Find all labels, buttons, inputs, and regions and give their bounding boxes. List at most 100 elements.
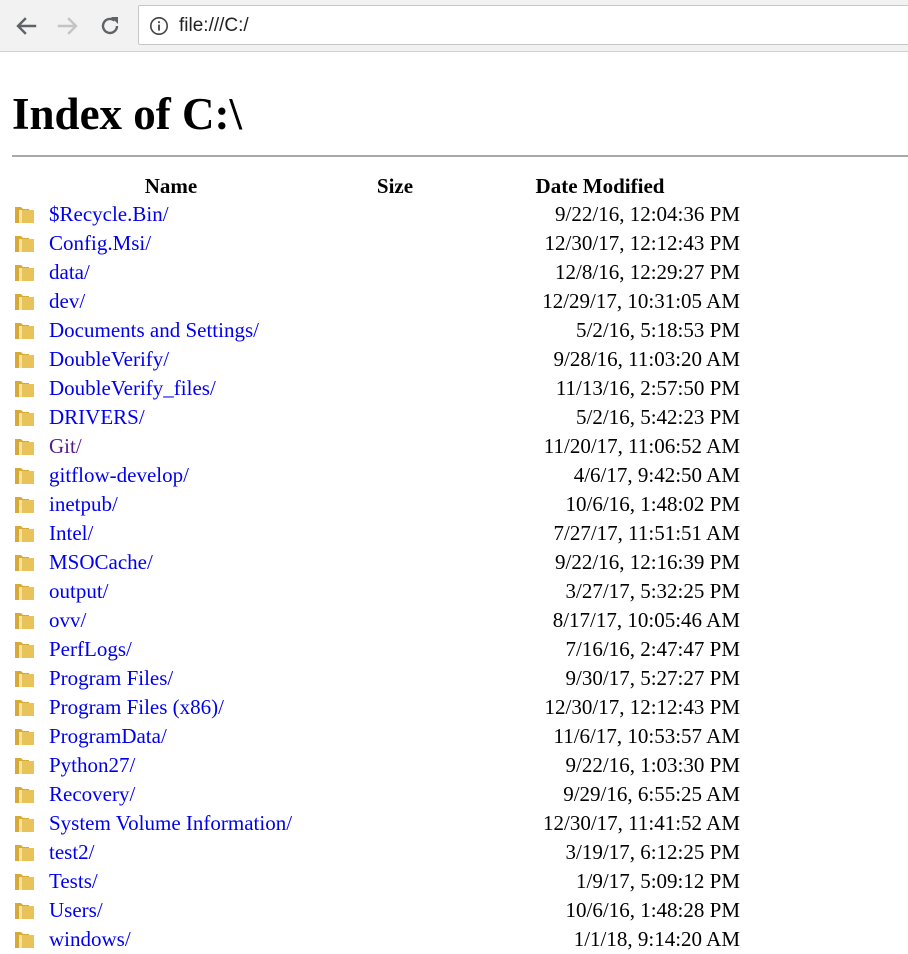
folder-icon [15,555,34,571]
date-modified: 5/2/16, 5:18:53 PM [576,318,740,342]
date-modified: 9/28/16, 11:03:20 AM [553,347,741,371]
table-row: MSOCache/9/22/16, 12:16:39 PM [12,548,908,577]
folder-link[interactable]: inetpub/ [49,491,118,517]
url-text[interactable]: file:///C:/ [179,15,249,37]
column-header-name[interactable]: Name [12,174,330,198]
folder-icon [15,265,34,281]
folder-icon [15,439,34,455]
date-modified: 1/9/17, 5:09:12 PM [576,869,740,893]
table-row: output/3/27/17, 5:32:25 PM [12,577,908,606]
date-modified: 7/27/17, 11:51:51 AM [553,521,741,545]
folder-icon [15,758,34,774]
table-row: windows/1/1/18, 9:14:20 AM [12,925,908,954]
folder-icon [15,671,34,687]
date-modified: 12/29/17, 10:31:05 AM [542,289,740,313]
table-row: DoubleVerify_files/11/13/16, 2:57:50 PM [12,374,908,403]
date-modified: 10/6/16, 1:48:28 PM [565,898,740,922]
column-header-date[interactable]: Date Modified [460,174,740,198]
folder-icon [15,352,34,368]
forward-button[interactable] [54,12,82,40]
folder-link[interactable]: windows/ [49,926,131,952]
folder-link[interactable]: System Volume Information/ [49,810,292,836]
folder-link[interactable]: Intel/ [49,520,93,546]
table-row: Config.Msi/12/30/17, 12:12:43 PM [12,229,908,258]
folder-link[interactable]: PerfLogs/ [49,636,132,662]
folder-link[interactable]: DRIVERS/ [49,404,145,430]
folder-link[interactable]: Users/ [49,897,103,923]
folder-link[interactable]: output/ [49,578,109,604]
date-modified: 3/19/17, 6:12:25 PM [565,840,740,864]
folder-link[interactable]: test2/ [49,839,95,865]
folder-icon [15,816,34,832]
page-title: Index of C:\ [12,89,243,139]
table-row: Recovery/9/29/16, 6:55:25 AM [12,780,908,809]
date-modified: 8/17/17, 10:05:46 AM [552,608,740,632]
date-modified: 3/27/17, 5:32:25 PM [565,579,740,603]
date-modified: 5/2/16, 5:42:23 PM [576,405,740,429]
folder-icon [15,468,34,484]
folder-icon [15,410,34,426]
folder-link[interactable]: Config.Msi/ [49,230,151,256]
table-row: gitflow-develop/4/6/17, 9:42:50 AM [12,461,908,490]
folder-link[interactable]: Program Files (x86)/ [49,694,224,720]
folder-link[interactable]: DoubleVerify/ [49,346,169,372]
date-modified: 1/1/18, 9:14:20 AM [573,927,740,951]
back-arrow-icon [16,17,37,35]
folder-icon [15,236,34,252]
folder-link[interactable]: Documents and Settings/ [49,317,259,343]
table-row: ProgramData/11/6/17, 10:53:57 AM [12,722,908,751]
date-modified: 11/20/17, 11:06:52 AM [543,434,740,458]
date-modified: 12/30/17, 12:12:43 PM [544,695,740,719]
folder-link[interactable]: data/ [49,259,90,285]
info-icon[interactable] [149,16,169,36]
back-button[interactable] [12,12,40,40]
date-modified: 11/6/17, 10:53:57 AM [553,724,741,748]
table-row: inetpub/10/6/16, 1:48:02 PM [12,490,908,519]
folder-icon [15,932,34,948]
date-modified: 9/29/16, 6:55:25 AM [563,782,740,806]
folder-link[interactable]: gitflow-develop/ [49,462,189,488]
folder-link[interactable]: Program Files/ [49,665,173,691]
date-modified: 4/6/17, 9:42:50 AM [573,463,740,487]
folder-link[interactable]: MSOCache/ [49,549,153,575]
table-row: Users/10/6/16, 1:48:28 PM [12,896,908,925]
folder-link[interactable]: Git/ [49,433,82,459]
folder-icon [15,526,34,542]
date-modified: 9/22/16, 12:04:36 PM [555,202,740,226]
folder-icon [15,700,34,716]
folder-icon [15,207,34,223]
header-divider [12,155,908,157]
table-row: $Recycle.Bin/9/22/16, 12:04:36 PM [12,200,908,229]
folder-icon [15,642,34,658]
browser-toolbar: file:///C:/ [0,0,908,52]
table-row: dev/12/29/17, 10:31:05 AM [12,287,908,316]
folder-link[interactable]: Recovery/ [49,781,135,807]
folder-link[interactable]: ovv/ [49,607,86,633]
folder-icon [15,294,34,310]
forward-arrow-icon [57,17,78,35]
folder-icon [15,903,34,919]
date-modified: 12/8/16, 12:29:27 PM [555,260,740,284]
table-row: Program Files (x86)/ 12/30/17, 12:12:43 P… [12,693,908,722]
address-bar[interactable]: file:///C:/ [138,5,908,45]
column-header-size[interactable]: Size [330,174,460,198]
folder-icon [15,381,34,397]
folder-icon [15,874,34,890]
folder-link[interactable]: $Recycle.Bin/ [49,201,169,227]
folder-link[interactable]: ProgramData/ [49,723,167,749]
table-row: PerfLogs/7/16/16, 2:47:47 PM [12,635,908,664]
date-modified: 12/30/17, 12:12:43 PM [544,231,740,255]
table-row: Git/11/20/17, 11:06:52 AM [12,432,908,461]
folder-icon [15,613,34,629]
folder-link[interactable]: DoubleVerify_files/ [49,375,216,401]
reload-button[interactable] [96,12,124,40]
folder-link[interactable]: Python27/ [49,752,135,778]
table-row: Program Files/9/30/17, 5:27:27 PM [12,664,908,693]
table-row: Python27/9/22/16, 1:03:30 PM [12,751,908,780]
folder-icon [15,323,34,339]
reload-icon [101,17,119,35]
table-row: Documents and Settings/5/2/16, 5:18:53 P… [12,316,908,345]
folder-link[interactable]: Tests/ [49,868,98,894]
date-modified: 9/22/16, 1:03:30 PM [565,753,740,777]
folder-link[interactable]: dev/ [49,288,85,314]
